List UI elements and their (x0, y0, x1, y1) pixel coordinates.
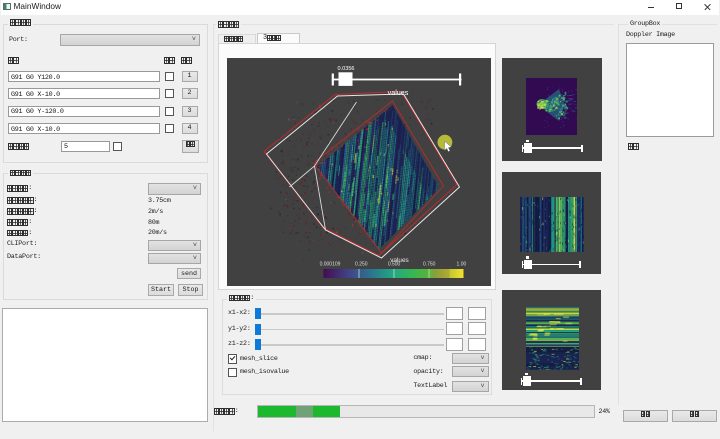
svg-text:0.250: 0.250 (355, 262, 368, 268)
svg-text:values: values (387, 88, 408, 97)
svg-text:0.750: 0.750 (422, 262, 435, 268)
svg-text:0.0356: 0.0356 (337, 66, 354, 72)
svg-text:1.00: 1.00 (456, 262, 466, 268)
svg-text:0.500: 0.500 (387, 262, 400, 268)
svg-text:0.000109: 0.000109 (319, 262, 340, 268)
